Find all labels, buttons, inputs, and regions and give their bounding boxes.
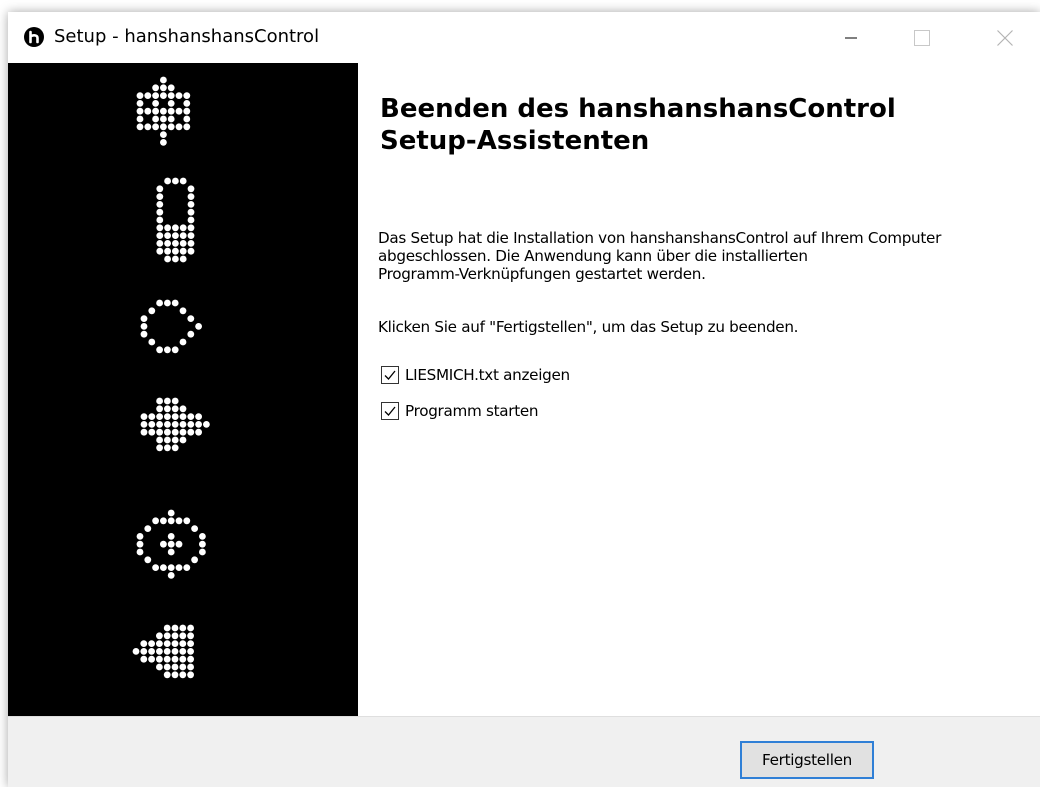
- minimize-button[interactable]: [828, 12, 874, 63]
- finish-button[interactable]: Fertigstellen: [740, 741, 874, 779]
- close-icon: [997, 29, 1013, 46]
- checkmark-icon: [384, 370, 396, 380]
- page-title-line2: Setup-Assistenten: [380, 126, 650, 156]
- title-bar[interactable]: Setup - hanshanshansControl: [8, 12, 1040, 63]
- show-readme-label[interactable]: LIESMICH.txt anzeigen: [405, 366, 570, 384]
- option-show-readme[interactable]: LIESMICH.txt anzeigen: [381, 366, 570, 384]
- wizard-content: Beenden des hanshanshansControl Setup-As…: [358, 63, 1040, 716]
- show-readme-checkbox[interactable]: [381, 366, 399, 384]
- option-launch-program[interactable]: Programm starten: [381, 402, 539, 420]
- dot-glyph-cross: [136, 76, 191, 146]
- page-title-line1: Beenden des hanshanshansControl: [380, 94, 896, 124]
- finish-instruction: Klicken Sie auf "Fertigstellen", um das …: [378, 318, 799, 336]
- launch-program-label[interactable]: Programm starten: [405, 402, 539, 420]
- completion-message-line: Das Setup hat die Installation von hansh…: [378, 229, 942, 247]
- maximize-icon: [914, 29, 930, 46]
- minimize-icon: [845, 37, 857, 38]
- close-button[interactable]: [982, 12, 1028, 63]
- checkmark-icon: [384, 406, 396, 416]
- dot-glyph-device: [156, 177, 195, 263]
- dot-matrix-icons: [132, 76, 210, 679]
- setup-window: Setup - hanshanshansControl Beenden des …: [8, 12, 1040, 787]
- dot-glyph-play: [140, 299, 203, 354]
- dot-glyph-target: [136, 509, 206, 579]
- completion-message: Das Setup hat die Installation von hansh…: [378, 229, 1028, 283]
- wizard-sidebar-image: [8, 63, 358, 716]
- page-title: Beenden des hanshanshansControl Setup-As…: [380, 93, 896, 157]
- window-title: Setup - hanshanshansControl: [54, 26, 320, 47]
- wizard-footer: Fertigstellen: [8, 716, 1040, 787]
- app-icon: [24, 27, 44, 47]
- completion-message-line: abgeschlossen. Die Anwendung kann über d…: [378, 247, 808, 265]
- dot-glyph-arrow-left: [132, 624, 195, 679]
- launch-program-checkbox[interactable]: [381, 402, 399, 420]
- maximize-button[interactable]: [899, 12, 945, 63]
- dot-glyph-arrow-right: [140, 397, 210, 452]
- completion-message-line: Programm-Verknüpfungen gestartet werden.: [378, 265, 706, 283]
